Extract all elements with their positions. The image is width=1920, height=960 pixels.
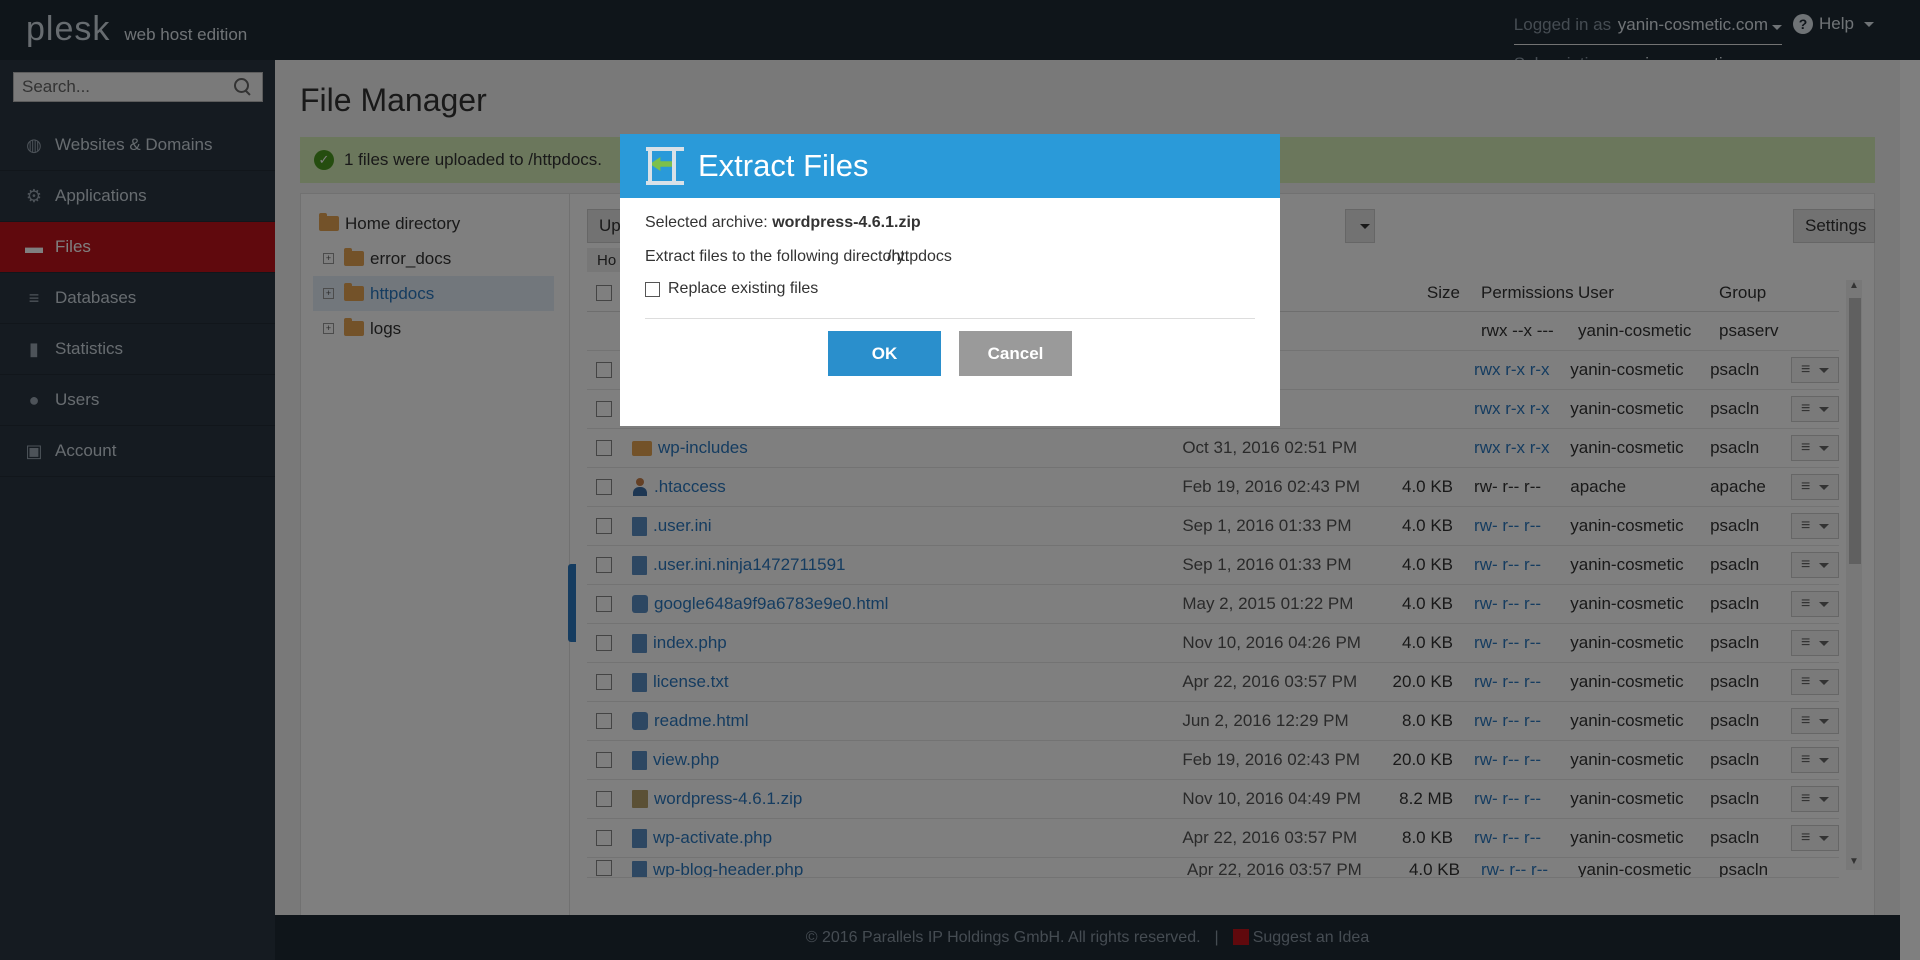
archive-label: Selected archive: wordpress-4.6.1.zip (645, 212, 921, 234)
dialog-divider (645, 318, 1255, 319)
archive-value: wordpress-4.6.1.zip (772, 214, 921, 231)
destination-field[interactable]: /httpdocs (887, 246, 952, 268)
archive-label-text: Selected archive: (645, 214, 768, 231)
extract-icon (646, 147, 684, 185)
replace-files-option[interactable]: Replace existing files (645, 280, 1255, 298)
cancel-button[interactable]: Cancel (959, 331, 1072, 376)
dialog-body: Selected archive: wordpress-4.6.1.zip Ex… (620, 198, 1280, 376)
destination-label: Extract files to the following directory… (645, 248, 910, 265)
replace-files-checkbox[interactable] (645, 281, 660, 297)
extract-files-dialog: Extract Files Selected archive: wordpres… (620, 134, 1280, 426)
ok-button[interactable]: OK (828, 331, 941, 376)
dialog-buttons: OK Cancel (645, 331, 1255, 376)
destination-row: Extract files to the following directory… (645, 246, 1255, 268)
dialog-title: Extract Files (698, 148, 869, 183)
archive-row: Selected archive: wordpress-4.6.1.zip (645, 212, 1255, 234)
replace-files-label[interactable]: Replace existing files (668, 280, 818, 298)
dialog-header: Extract Files (620, 134, 1280, 198)
